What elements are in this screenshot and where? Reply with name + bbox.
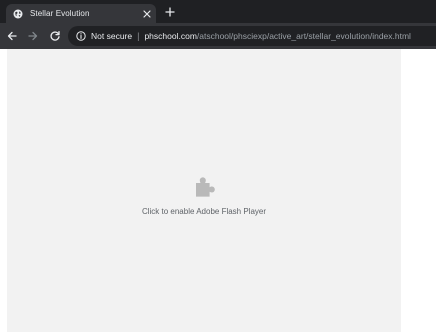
close-icon[interactable] — [142, 9, 152, 19]
address-bar[interactable]: Not secure | phschool.com/atschool/phsci… — [68, 26, 436, 46]
puzzle-piece-icon[interactable] — [190, 173, 218, 201]
enable-flash-message[interactable]: Click to enable Adobe Flash Player — [142, 207, 266, 216]
flash-plugin-placeholder[interactable]: Click to enable Adobe Flash Player — [7, 49, 401, 332]
forward-button[interactable] — [26, 29, 40, 43]
tab-stellar-evolution[interactable]: Stellar Evolution — [6, 4, 156, 23]
reload-icon — [50, 30, 60, 41]
reload-button[interactable] — [48, 29, 62, 43]
address-separator: | — [137, 31, 140, 41]
back-button[interactable] — [5, 29, 19, 43]
plus-icon — [165, 7, 175, 17]
info-icon[interactable] — [76, 31, 86, 41]
arrow-right-icon — [28, 31, 38, 41]
new-tab-button[interactable] — [164, 6, 176, 18]
tab-strip: Stellar Evolution — [0, 0, 436, 23]
browser-window: Stellar Evolution Not secure | phschool.… — [0, 0, 436, 333]
url-path: /atschool/phsciexp/active_art/stellar_ev… — [196, 31, 411, 41]
url-host: phschool.com — [144, 31, 197, 41]
url-text[interactable]: phschool.com/atschool/phsciexp/active_ar… — [144, 31, 411, 41]
arrow-left-icon — [7, 31, 17, 41]
globe-icon — [13, 9, 23, 19]
page-viewport: Click to enable Adobe Flash Player — [0, 49, 436, 333]
toolbar: Not secure | phschool.com/atschool/phsci… — [0, 23, 436, 49]
enable-flash-prompt[interactable]: Click to enable Adobe Flash Player — [7, 173, 401, 216]
security-label[interactable]: Not secure — [91, 31, 132, 41]
tab-title: Stellar Evolution — [30, 9, 90, 18]
